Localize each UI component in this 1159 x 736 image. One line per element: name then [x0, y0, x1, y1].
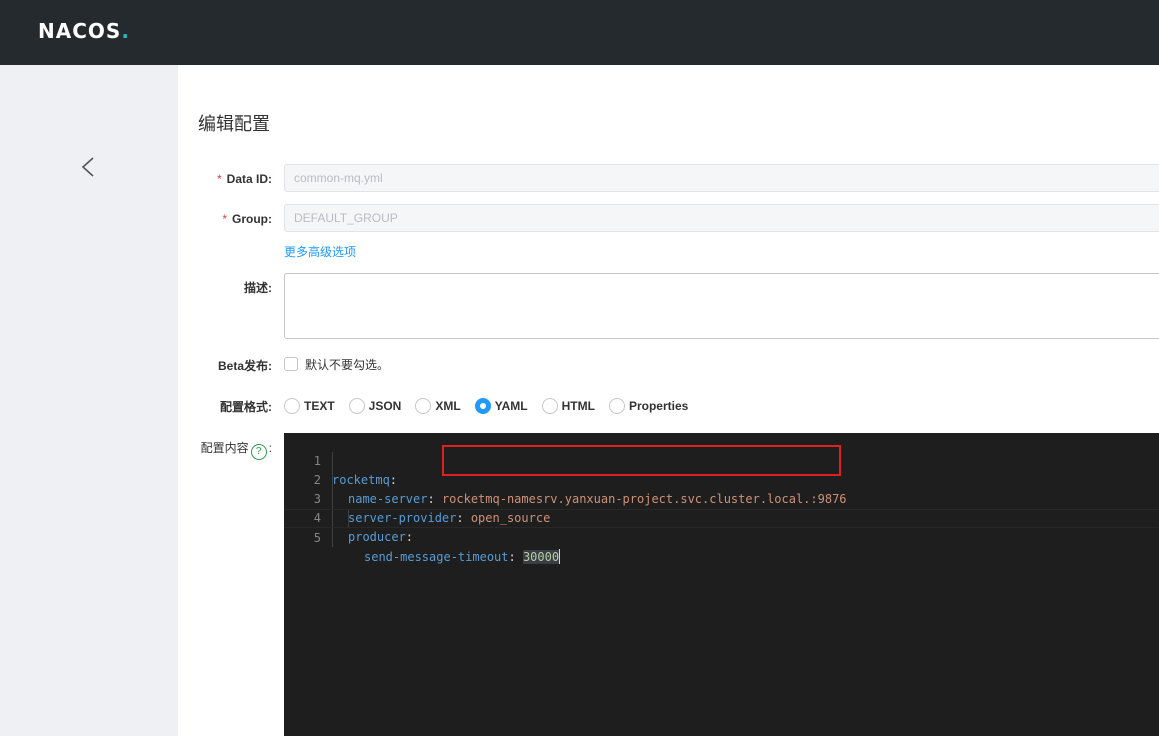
yaml-key: producer [348, 530, 406, 544]
radio-label: XML [435, 399, 461, 413]
code-line: 3 server-provider: open_source [284, 471, 1159, 525]
content-label-colon: : [268, 441, 272, 455]
chevron-left-icon[interactable] [78, 155, 98, 179]
beta-checkbox-label: 默认不要勾选。 [305, 358, 390, 372]
line-code: producer: [348, 528, 413, 547]
yaml-value: 30000 [522, 550, 560, 564]
format-option-html[interactable]: HTML [541, 398, 595, 414]
line-number: 5 [313, 531, 321, 545]
radio-label: HTML [561, 399, 595, 413]
sidebar [0, 65, 178, 736]
radio-label: YAML [494, 399, 528, 413]
code-line-active: 5 send-message-timeout: 30000 [284, 509, 1159, 564]
yaml-sep: : [405, 530, 414, 544]
radio-circle-checked[interactable] [474, 398, 491, 414]
beta-label: Beta发布: [217, 359, 272, 373]
code-line: 4 producer: [284, 490, 1159, 544]
content-label-text: 配置内容 [200, 441, 249, 455]
line-code: send-message-timeout: 30000 [364, 548, 561, 567]
beta-checkbox[interactable] [284, 357, 298, 371]
format-radio-group: TEXT JSON XML YAML HTML Properties [284, 398, 702, 414]
format-option-text[interactable]: TEXT [284, 398, 335, 414]
radio-circle[interactable] [284, 398, 300, 414]
logo-text: NACOS [38, 19, 122, 43]
format-option-xml[interactable]: XML [415, 398, 461, 414]
logo-dot: . [121, 19, 130, 43]
format-label: 配置格式: [220, 400, 272, 414]
group-label-text: Group: [232, 212, 272, 226]
data-id-label-text: Data ID: [226, 172, 272, 186]
required-mark: * [222, 212, 227, 226]
code-line: 2 name-server: rocketmq-namesrv.yanxuan-… [284, 452, 1159, 506]
code-line: 1 rocketmq: [284, 433, 1159, 487]
code-editor[interactable]: 1 rocketmq: 2 name-server: rocketmq-name… [284, 433, 1159, 736]
radio-label: Properties [628, 399, 689, 413]
group-input[interactable]: DEFAULT_GROUP [284, 204, 1159, 232]
required-mark: * [216, 172, 222, 186]
format-option-properties[interactable]: Properties [608, 398, 689, 414]
text-cursor [559, 549, 561, 564]
help-icon[interactable]: ? [250, 444, 267, 460]
radio-label: JSON [368, 399, 402, 413]
radio-circle[interactable] [541, 398, 558, 414]
content-label: 配置内容?: [201, 440, 272, 460]
page-title: 编辑配置 [198, 114, 270, 134]
top-navbar: NACOS. [0, 0, 1159, 65]
radio-circle[interactable] [415, 398, 432, 414]
format-option-json[interactable]: JSON [348, 398, 402, 414]
format-option-yaml[interactable]: YAML [474, 398, 528, 414]
yaml-sep: : [508, 550, 523, 564]
radio-label: TEXT [304, 399, 335, 413]
nacos-logo[interactable]: NACOS. [38, 19, 130, 43]
yaml-key: send-message-timeout [364, 550, 509, 564]
description-textarea[interactable] [284, 273, 1159, 339]
radio-circle[interactable] [608, 398, 625, 414]
group-label: * Group: [222, 211, 272, 227]
advanced-options-link[interactable]: 更多高级选项 [284, 244, 356, 260]
description-label: 描述: [244, 281, 272, 295]
data-id-label: * Data ID: [217, 171, 272, 187]
radio-circle[interactable] [348, 398, 365, 414]
data-id-input[interactable]: common-mq.yml [284, 164, 1159, 192]
